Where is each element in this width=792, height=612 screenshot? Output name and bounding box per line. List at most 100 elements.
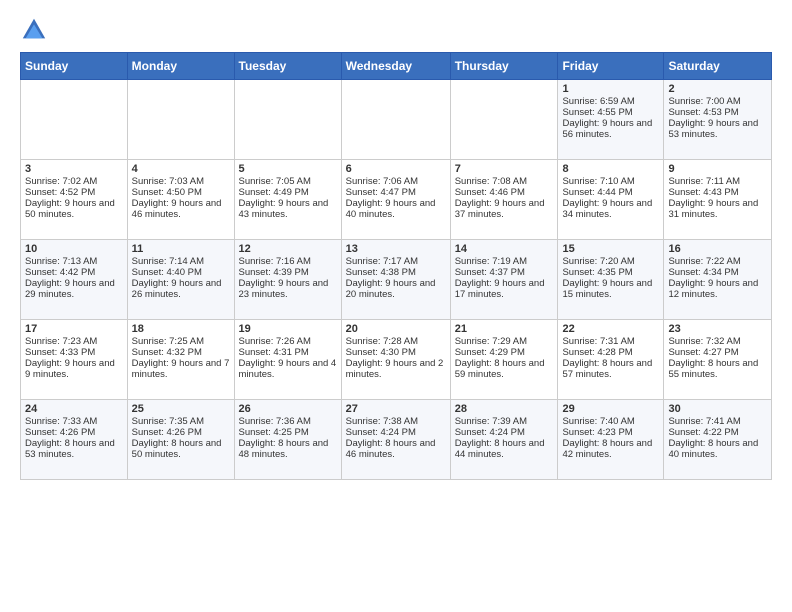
daylight-text: Daylight: 8 hours and 48 minutes.: [239, 438, 337, 460]
sunrise-text: Sunrise: 7:02 AM: [25, 176, 123, 187]
sunset-text: Sunset: 4:29 PM: [455, 347, 554, 358]
daylight-text: Daylight: 9 hours and 46 minutes.: [132, 198, 230, 220]
sunrise-text: Sunrise: 7:28 AM: [346, 336, 446, 347]
logo-icon: [20, 16, 48, 44]
sunset-text: Sunset: 4:42 PM: [25, 267, 123, 278]
calendar-day-header: Thursday: [450, 53, 558, 80]
calendar-day-header: Wednesday: [341, 53, 450, 80]
sunset-text: Sunset: 4:40 PM: [132, 267, 230, 278]
daylight-text: Daylight: 9 hours and 37 minutes.: [455, 198, 554, 220]
daylight-text: Daylight: 9 hours and 50 minutes.: [25, 198, 123, 220]
sunset-text: Sunset: 4:35 PM: [562, 267, 659, 278]
calendar-cell: 1Sunrise: 6:59 AMSunset: 4:55 PMDaylight…: [558, 80, 664, 160]
sunrise-text: Sunrise: 7:22 AM: [668, 256, 767, 267]
day-number: 24: [25, 403, 123, 415]
daylight-text: Daylight: 9 hours and 56 minutes.: [562, 118, 659, 140]
daylight-text: Daylight: 8 hours and 50 minutes.: [132, 438, 230, 460]
daylight-text: Daylight: 9 hours and 17 minutes.: [455, 278, 554, 300]
sunrise-text: Sunrise: 7:08 AM: [455, 176, 554, 187]
calendar-week-row: 17Sunrise: 7:23 AMSunset: 4:33 PMDayligh…: [21, 320, 772, 400]
sunrise-text: Sunrise: 7:39 AM: [455, 416, 554, 427]
sunset-text: Sunset: 4:34 PM: [668, 267, 767, 278]
day-number: 20: [346, 323, 446, 335]
sunset-text: Sunset: 4:33 PM: [25, 347, 123, 358]
daylight-text: Daylight: 9 hours and 12 minutes.: [668, 278, 767, 300]
sunset-text: Sunset: 4:32 PM: [132, 347, 230, 358]
day-number: 30: [668, 403, 767, 415]
sunrise-text: Sunrise: 7:38 AM: [346, 416, 446, 427]
calendar-cell: 18Sunrise: 7:25 AMSunset: 4:32 PMDayligh…: [127, 320, 234, 400]
day-number: 8: [562, 163, 659, 175]
calendar-cell: 21Sunrise: 7:29 AMSunset: 4:29 PMDayligh…: [450, 320, 558, 400]
day-number: 6: [346, 163, 446, 175]
calendar: SundayMondayTuesdayWednesdayThursdayFrid…: [20, 52, 772, 480]
daylight-text: Daylight: 9 hours and 26 minutes.: [132, 278, 230, 300]
day-number: 9: [668, 163, 767, 175]
daylight-text: Daylight: 8 hours and 57 minutes.: [562, 358, 659, 380]
day-number: 16: [668, 243, 767, 255]
calendar-cell: 17Sunrise: 7:23 AMSunset: 4:33 PMDayligh…: [21, 320, 128, 400]
sunrise-text: Sunrise: 6:59 AM: [562, 96, 659, 107]
sunrise-text: Sunrise: 7:05 AM: [239, 176, 337, 187]
daylight-text: Daylight: 8 hours and 59 minutes.: [455, 358, 554, 380]
calendar-cell: 25Sunrise: 7:35 AMSunset: 4:26 PMDayligh…: [127, 400, 234, 480]
sunrise-text: Sunrise: 7:40 AM: [562, 416, 659, 427]
daylight-text: Daylight: 9 hours and 31 minutes.: [668, 198, 767, 220]
sunset-text: Sunset: 4:30 PM: [346, 347, 446, 358]
daylight-text: Daylight: 9 hours and 20 minutes.: [346, 278, 446, 300]
header-area: [20, 16, 772, 44]
calendar-cell: 9Sunrise: 7:11 AMSunset: 4:43 PMDaylight…: [664, 160, 772, 240]
daylight-text: Daylight: 8 hours and 40 minutes.: [668, 438, 767, 460]
calendar-cell: 11Sunrise: 7:14 AMSunset: 4:40 PMDayligh…: [127, 240, 234, 320]
page: SundayMondayTuesdayWednesdayThursdayFrid…: [0, 0, 792, 490]
calendar-cell: 26Sunrise: 7:36 AMSunset: 4:25 PMDayligh…: [234, 400, 341, 480]
sunrise-text: Sunrise: 7:29 AM: [455, 336, 554, 347]
calendar-cell: 19Sunrise: 7:26 AMSunset: 4:31 PMDayligh…: [234, 320, 341, 400]
calendar-cell: 10Sunrise: 7:13 AMSunset: 4:42 PMDayligh…: [21, 240, 128, 320]
sunset-text: Sunset: 4:53 PM: [668, 107, 767, 118]
calendar-day-header: Monday: [127, 53, 234, 80]
calendar-cell: 22Sunrise: 7:31 AMSunset: 4:28 PMDayligh…: [558, 320, 664, 400]
sunset-text: Sunset: 4:26 PM: [25, 427, 123, 438]
sunrise-text: Sunrise: 7:23 AM: [25, 336, 123, 347]
calendar-cell: [127, 80, 234, 160]
sunrise-text: Sunrise: 7:32 AM: [668, 336, 767, 347]
sunset-text: Sunset: 4:25 PM: [239, 427, 337, 438]
calendar-cell: 30Sunrise: 7:41 AMSunset: 4:22 PMDayligh…: [664, 400, 772, 480]
sunrise-text: Sunrise: 7:00 AM: [668, 96, 767, 107]
day-number: 25: [132, 403, 230, 415]
daylight-text: Daylight: 8 hours and 44 minutes.: [455, 438, 554, 460]
day-number: 14: [455, 243, 554, 255]
sunrise-text: Sunrise: 7:16 AM: [239, 256, 337, 267]
sunrise-text: Sunrise: 7:10 AM: [562, 176, 659, 187]
calendar-cell: 3Sunrise: 7:02 AMSunset: 4:52 PMDaylight…: [21, 160, 128, 240]
sunset-text: Sunset: 4:26 PM: [132, 427, 230, 438]
sunrise-text: Sunrise: 7:25 AM: [132, 336, 230, 347]
calendar-cell: 12Sunrise: 7:16 AMSunset: 4:39 PMDayligh…: [234, 240, 341, 320]
day-number: 28: [455, 403, 554, 415]
daylight-text: Daylight: 9 hours and 2 minutes.: [346, 358, 446, 380]
daylight-text: Daylight: 9 hours and 40 minutes.: [346, 198, 446, 220]
daylight-text: Daylight: 9 hours and 9 minutes.: [25, 358, 123, 380]
daylight-text: Daylight: 9 hours and 15 minutes.: [562, 278, 659, 300]
calendar-cell: [234, 80, 341, 160]
day-number: 13: [346, 243, 446, 255]
logo: [20, 16, 52, 44]
calendar-week-row: 10Sunrise: 7:13 AMSunset: 4:42 PMDayligh…: [21, 240, 772, 320]
day-number: 5: [239, 163, 337, 175]
calendar-day-header: Tuesday: [234, 53, 341, 80]
sunset-text: Sunset: 4:47 PM: [346, 187, 446, 198]
sunset-text: Sunset: 4:28 PM: [562, 347, 659, 358]
day-number: 21: [455, 323, 554, 335]
day-number: 22: [562, 323, 659, 335]
calendar-cell: 15Sunrise: 7:20 AMSunset: 4:35 PMDayligh…: [558, 240, 664, 320]
sunrise-text: Sunrise: 7:35 AM: [132, 416, 230, 427]
daylight-text: Daylight: 9 hours and 4 minutes.: [239, 358, 337, 380]
calendar-cell: 7Sunrise: 7:08 AMSunset: 4:46 PMDaylight…: [450, 160, 558, 240]
calendar-day-header: Saturday: [664, 53, 772, 80]
sunrise-text: Sunrise: 7:14 AM: [132, 256, 230, 267]
sunrise-text: Sunrise: 7:13 AM: [25, 256, 123, 267]
calendar-cell: 29Sunrise: 7:40 AMSunset: 4:23 PMDayligh…: [558, 400, 664, 480]
sunset-text: Sunset: 4:31 PM: [239, 347, 337, 358]
calendar-week-row: 24Sunrise: 7:33 AMSunset: 4:26 PMDayligh…: [21, 400, 772, 480]
